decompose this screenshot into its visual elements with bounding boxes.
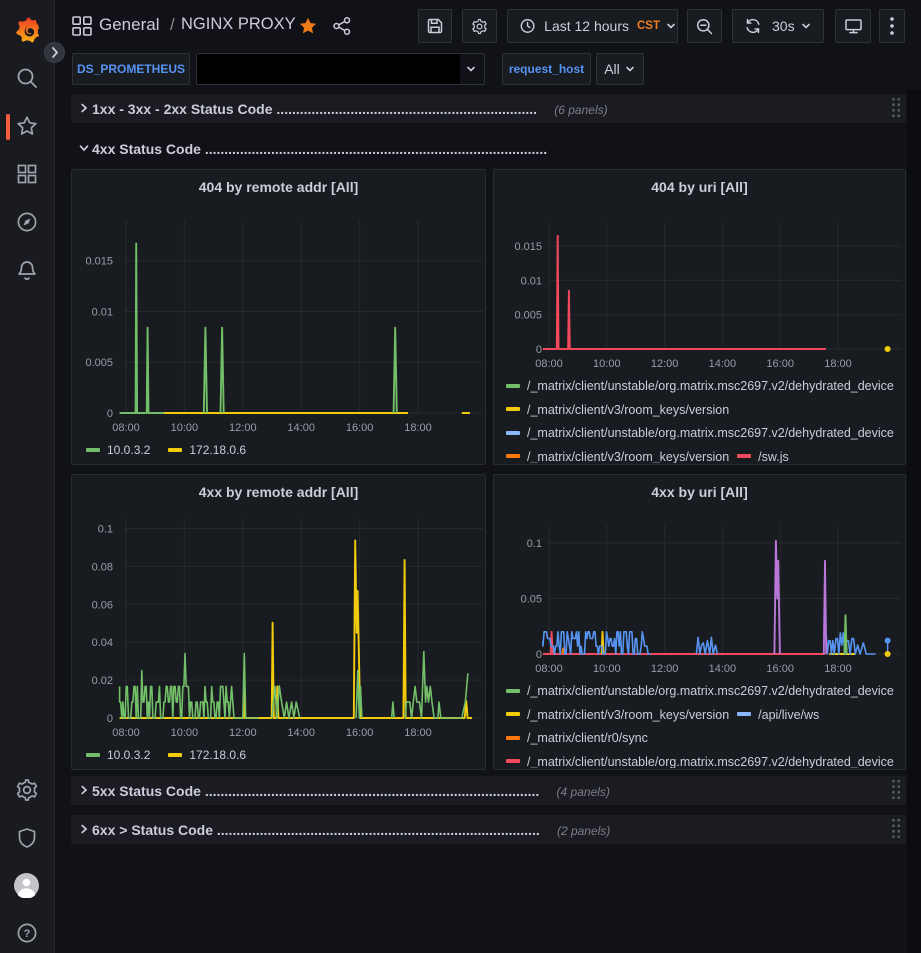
svg-text:0.005: 0.005 [85, 357, 113, 369]
svg-text:10:00: 10:00 [593, 358, 621, 370]
svg-text:08:00: 08:00 [535, 663, 563, 675]
svg-text:16:00: 16:00 [346, 422, 374, 434]
svg-text:10:00: 10:00 [171, 727, 199, 739]
svg-text:10:00: 10:00 [171, 422, 199, 434]
svg-text:0.1: 0.1 [527, 538, 542, 550]
svg-text:14:00: 14:00 [709, 663, 737, 675]
svg-text:12:00: 12:00 [229, 727, 257, 739]
svg-text:16:00: 16:00 [346, 727, 374, 739]
svg-text:10:00: 10:00 [593, 663, 621, 675]
svg-text:0.015: 0.015 [514, 241, 542, 253]
svg-text:18:00: 18:00 [404, 727, 432, 739]
svg-text:12:00: 12:00 [651, 358, 679, 370]
svg-text:14:00: 14:00 [287, 422, 315, 434]
svg-text:0: 0 [107, 408, 113, 420]
svg-text:18:00: 18:00 [824, 358, 852, 370]
svg-text:0.015: 0.015 [85, 256, 113, 268]
svg-text:0.01: 0.01 [521, 275, 542, 287]
svg-text:0.08: 0.08 [92, 561, 113, 573]
svg-text:08:00: 08:00 [112, 727, 140, 739]
svg-text:0: 0 [536, 649, 542, 661]
svg-text:0.02: 0.02 [92, 675, 113, 687]
svg-text:?: ? [24, 928, 31, 940]
svg-text:0.06: 0.06 [92, 599, 113, 611]
svg-text:18:00: 18:00 [404, 422, 432, 434]
svg-text:0: 0 [536, 344, 542, 356]
svg-text:12:00: 12:00 [651, 663, 679, 675]
svg-text:0: 0 [107, 713, 113, 725]
svg-text:0.04: 0.04 [92, 637, 113, 649]
svg-text:08:00: 08:00 [535, 358, 563, 370]
svg-text:0.005: 0.005 [514, 310, 542, 322]
svg-text:18:00: 18:00 [824, 663, 852, 675]
svg-text:12:00: 12:00 [229, 422, 257, 434]
svg-text:0.01: 0.01 [92, 307, 113, 319]
svg-text:0.1: 0.1 [98, 524, 113, 536]
svg-text:0.05: 0.05 [521, 594, 542, 606]
svg-text:14:00: 14:00 [287, 727, 315, 739]
svg-text:16:00: 16:00 [766, 358, 794, 370]
svg-text:08:00: 08:00 [112, 422, 140, 434]
svg-text:16:00: 16:00 [766, 663, 794, 675]
svg-text:14:00: 14:00 [709, 358, 737, 370]
